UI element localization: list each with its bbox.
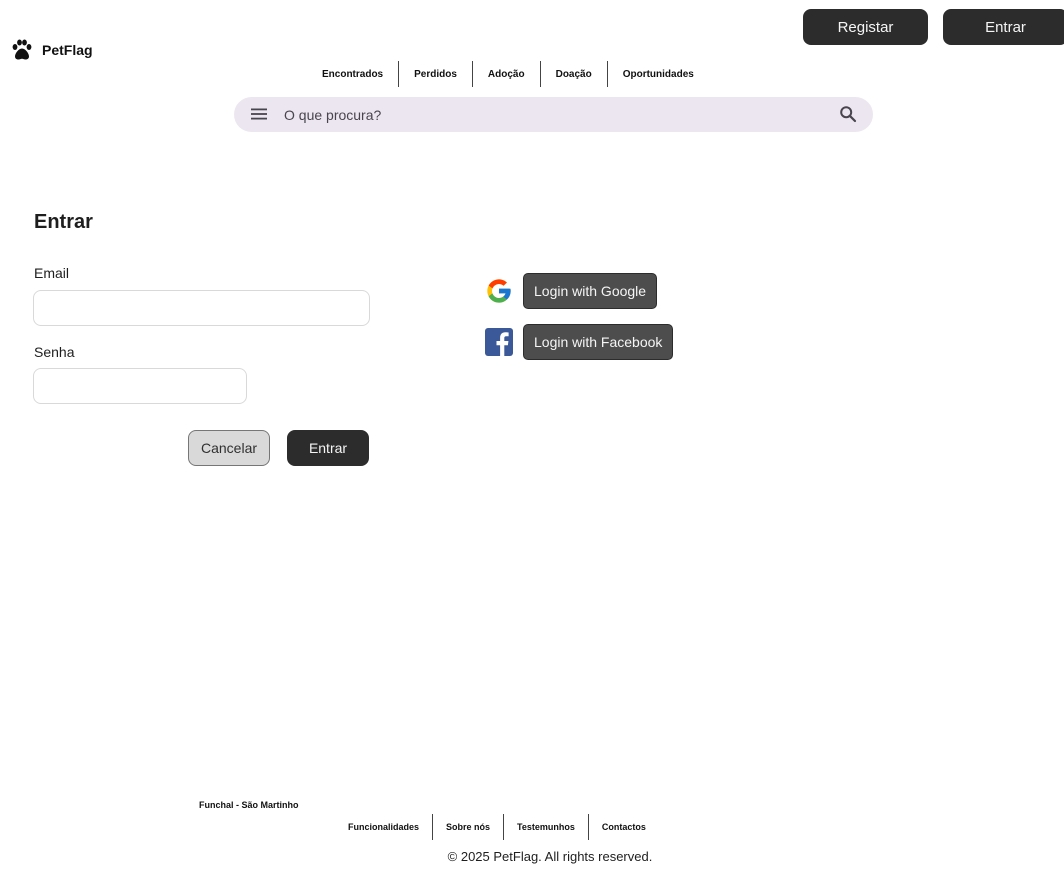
login-form-title: Entrar — [34, 211, 93, 233]
password-field[interactable] — [33, 368, 247, 404]
facebook-icon — [485, 328, 513, 356]
search-input[interactable] — [284, 97, 804, 132]
email-label: Email — [34, 265, 70, 281]
google-icon — [487, 279, 511, 303]
google-login: Login with Google — [485, 273, 658, 309]
copyright: © 2025 PetFlag. All rights reserved. — [447, 849, 653, 864]
password-label: Senha — [34, 344, 75, 360]
nav-item-adocao[interactable]: Adoção — [473, 61, 540, 87]
nav-item-perdidos[interactable]: Perdidos — [399, 61, 472, 87]
nav-item-encontrados[interactable]: Encontrados — [310, 61, 398, 87]
google-login-button[interactable]: Login with Google — [523, 273, 658, 309]
search-icon[interactable] — [839, 105, 857, 123]
login-button[interactable]: Entrar — [943, 9, 1064, 45]
nav-item-oportunidades[interactable]: Oportunidades — [608, 61, 709, 87]
submit-login-button[interactable]: Entrar — [287, 430, 369, 466]
footer-link-funcionalidades[interactable]: Funcionalidades — [335, 814, 432, 840]
footer-link-testemunhos[interactable]: Testemunhos — [504, 814, 588, 840]
facebook-login-button[interactable]: Login with Facebook — [523, 324, 674, 360]
cancel-button[interactable]: Cancelar — [188, 430, 270, 466]
brand-logo[interactable]: PetFlag — [10, 38, 93, 62]
footer-link-contactos[interactable]: Contactos — [589, 814, 659, 840]
menu-icon[interactable] — [250, 105, 268, 123]
paw-icon — [12, 39, 32, 60]
nav-item-doacao[interactable]: Doação — [541, 61, 607, 87]
search-bar — [234, 97, 873, 132]
facebook-login: Login with Facebook — [485, 324, 674, 360]
brand-name: PetFlag — [42, 42, 93, 58]
email-field[interactable] — [33, 290, 370, 326]
footer-location: Funchal - São Martinho — [199, 800, 299, 810]
register-button[interactable]: Registar — [803, 9, 928, 45]
footer-link-sobre-nos[interactable]: Sobre nós — [433, 814, 503, 840]
footer-nav: Funcionalidades Sobre nós Testemunhos Co… — [335, 814, 659, 840]
main-nav: Encontrados Perdidos Adoção Doação Oport… — [310, 61, 709, 87]
